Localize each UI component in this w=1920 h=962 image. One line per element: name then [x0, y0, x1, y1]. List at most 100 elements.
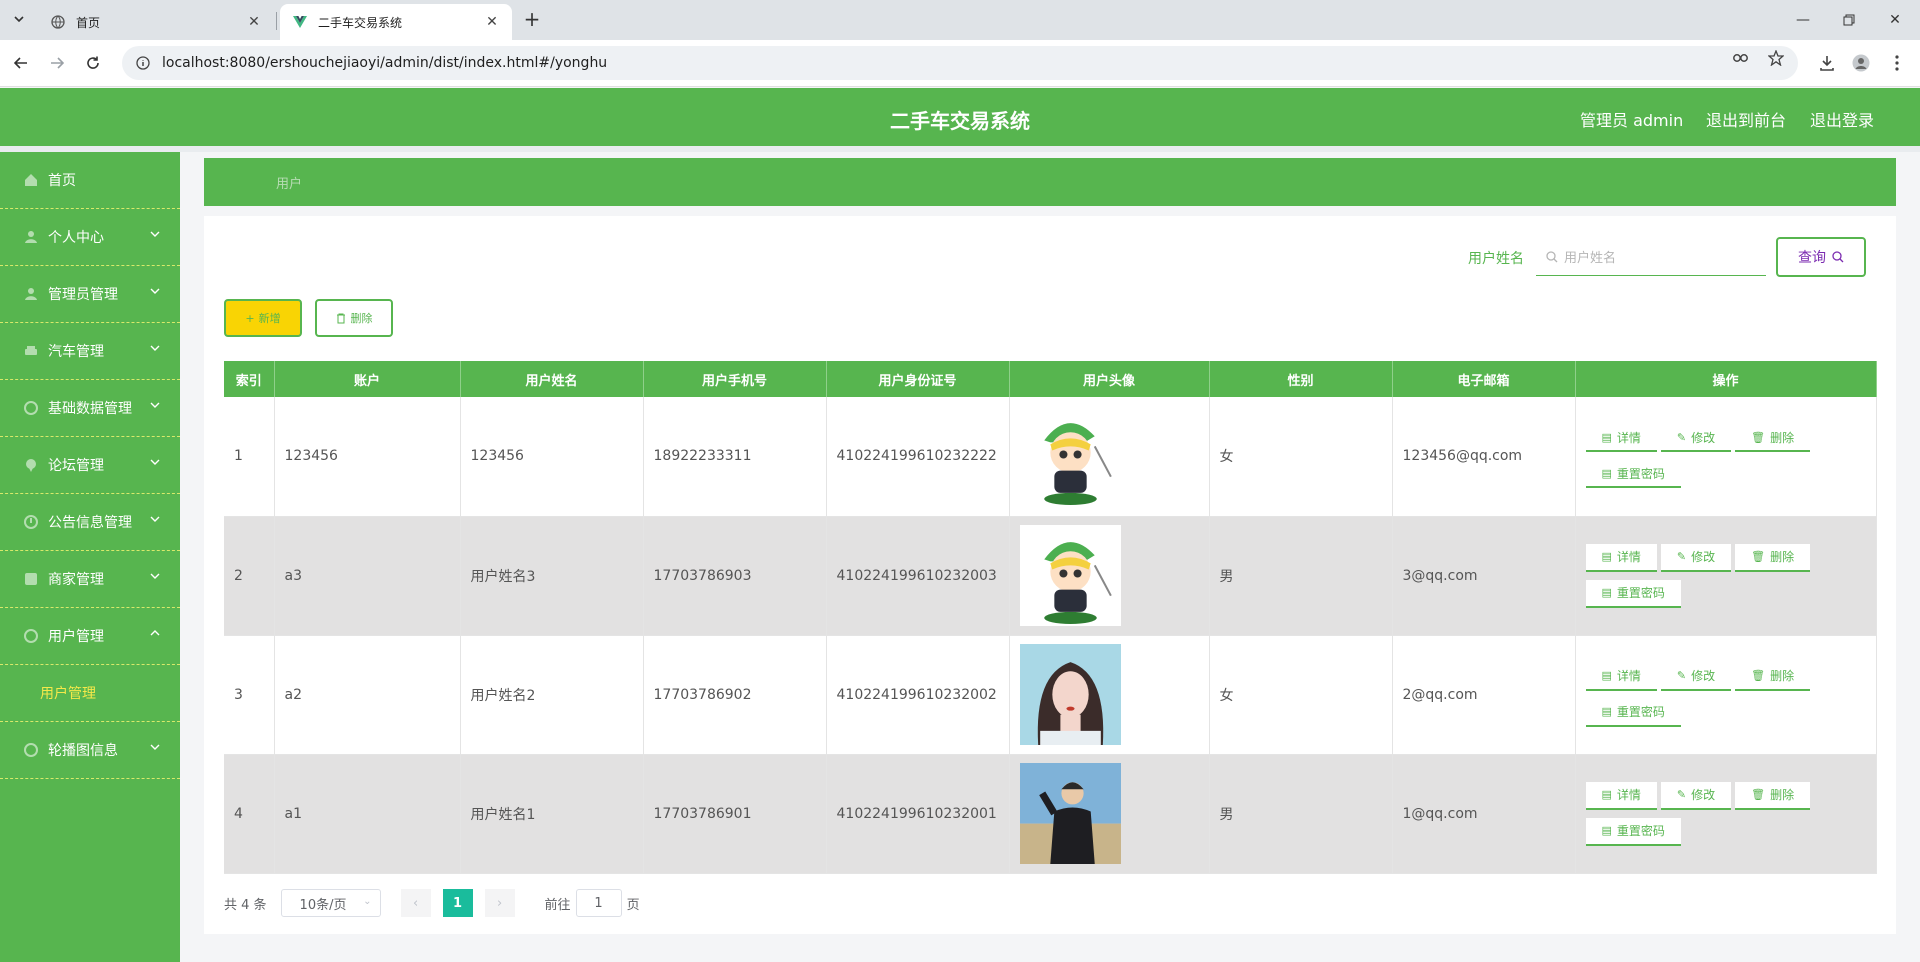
cell-phone: 17703786901: [643, 754, 827, 874]
trash-icon: 🗑: [1751, 788, 1766, 801]
cell-phone: 17703786902: [643, 635, 827, 755]
delete-button[interactable]: 🗑 删除: [1735, 781, 1811, 810]
bookmark-star-icon[interactable]: [1766, 48, 1786, 68]
batch-delete-button[interactable]: 删除: [315, 299, 393, 337]
delete-button[interactable]: 🗑 删除: [1735, 424, 1811, 453]
sidebar-item-label: 论坛管理: [48, 458, 104, 474]
restore-button[interactable]: [1826, 0, 1872, 40]
document-icon: ▤: [1601, 466, 1612, 480]
table-row: 3 a2 用户姓名2 17703786902 41022419961023200…: [224, 635, 1877, 755]
document-icon: ▤: [1601, 705, 1612, 718]
avatar-cartoon-image[interactable]: [1019, 405, 1121, 507]
download-icon[interactable]: [1816, 52, 1838, 74]
globe-icon: [50, 14, 66, 30]
document-icon: ▤: [1601, 586, 1612, 599]
sidebar-item-profile[interactable]: 个人中心: [0, 209, 180, 266]
search-input[interactable]: 用户姓名: [1536, 238, 1766, 276]
avatar-man-photo[interactable]: [1019, 763, 1121, 864]
chevron-down-icon: [150, 288, 160, 294]
minimize-button[interactable]: —: [1780, 0, 1826, 40]
reset-password-button[interactable]: ▤ 重置密码: [1585, 817, 1681, 846]
chevron-left-icon: ‹: [412, 895, 419, 911]
table-row: 2 a3 用户姓名3 17703786903 41022419961023200…: [224, 516, 1877, 636]
restore-icon: [1843, 14, 1855, 26]
reset-password-button[interactable]: ▤ 重置密码: [1585, 460, 1681, 489]
goto-page-input[interactable]: 1: [575, 889, 622, 917]
delete-button[interactable]: 🗑 删除: [1735, 662, 1811, 691]
tab-divider: [276, 12, 277, 30]
logout-link[interactable]: 退出登录: [1810, 107, 1874, 131]
chevron-down-icon: [150, 459, 160, 465]
site-info-icon[interactable]: [136, 56, 150, 70]
close-icon[interactable]: ✕: [246, 14, 262, 30]
detail-button[interactable]: ▤ 详情: [1585, 424, 1657, 453]
prev-page-button[interactable]: ‹: [400, 889, 431, 917]
sidebar-item-carousel[interactable]: 轮播图信息: [0, 722, 180, 779]
delete-button[interactable]: 🗑 删除: [1735, 543, 1811, 572]
pencil-icon: ✎: [1676, 669, 1687, 682]
reset-password-button[interactable]: ▤ 重置密码: [1585, 579, 1681, 608]
admin-icon: [24, 287, 38, 301]
more-menu-icon[interactable]: [1886, 52, 1908, 74]
add-button-label: 新增: [258, 312, 281, 325]
edit-button[interactable]: ✎ 修改: [1660, 424, 1732, 453]
sidebar-subitem-label: 用户管理: [40, 686, 96, 702]
cell-index: 3: [224, 635, 275, 755]
cell-idcard: 410224199610232003: [826, 516, 1010, 636]
avatar-cartoon-image[interactable]: [1019, 525, 1121, 626]
tab-system[interactable]: 二手车交易系统 ✕: [280, 4, 512, 40]
sidebar-item-admins[interactable]: 管理员管理: [0, 266, 180, 323]
page-number-current[interactable]: 1: [442, 889, 473, 917]
forward-button[interactable]: [44, 50, 70, 76]
reset-label: 重置密码: [1616, 824, 1665, 838]
reload-button[interactable]: [80, 50, 106, 76]
sidebar-item-cars[interactable]: 汽车管理: [0, 323, 180, 380]
add-button[interactable]: + 新增: [224, 299, 302, 337]
close-window-button[interactable]: ✕: [1872, 0, 1918, 40]
query-button[interactable]: 查询: [1776, 237, 1866, 277]
cell-actions: ▤ 详情 ✎ 修改 🗑 删除 ▤ 重置密码: [1575, 516, 1877, 636]
car-icon: [24, 344, 38, 358]
sidebar-item-forum[interactable]: 论坛管理: [0, 437, 180, 494]
detail-button[interactable]: ▤ 详情: [1585, 543, 1657, 572]
sidebar-item-notice[interactable]: 公告信息管理: [0, 494, 180, 551]
breadcrumb: 用户: [204, 158, 1896, 206]
profile-icon[interactable]: [1850, 52, 1872, 74]
pencil-icon: ✎: [1676, 550, 1687, 563]
sidebar-item-base-data[interactable]: 基础数据管理: [0, 380, 180, 437]
edit-button[interactable]: ✎ 修改: [1660, 543, 1732, 572]
pencil-icon: ✎: [1676, 788, 1687, 801]
password-key-icon[interactable]: [1732, 48, 1752, 68]
minimize-icon: —: [1796, 12, 1810, 28]
address-bar[interactable]: localhost:8080/ershouchejiaoyi/admin/dis…: [122, 46, 1798, 80]
tab-home[interactable]: 首页 ✕: [38, 4, 274, 40]
data-icon: [24, 401, 38, 415]
page-size-select[interactable]: 10条/页 ⌄: [280, 889, 381, 917]
back-button[interactable]: [8, 50, 34, 76]
sidebar-item-merchants[interactable]: 商家管理: [0, 551, 180, 608]
new-tab-button[interactable]: +: [520, 8, 544, 32]
close-icon[interactable]: ✕: [484, 14, 500, 30]
reset-password-button[interactable]: ▤ 重置密码: [1585, 698, 1681, 727]
tab-search-button[interactable]: [8, 8, 30, 30]
chevron-down-icon: [150, 402, 160, 408]
cell-gender: 男: [1209, 516, 1393, 636]
detail-label: 详情: [1616, 430, 1641, 445]
next-page-button[interactable]: ›: [484, 889, 515, 917]
detail-button[interactable]: ▤ 详情: [1585, 781, 1657, 810]
search-label: 用户姓名: [1468, 251, 1524, 267]
page-size-value: 10条/页: [299, 897, 347, 913]
chevron-down-icon: [150, 516, 160, 522]
cell-account: a1: [274, 754, 461, 874]
sidebar-item-users[interactable]: 用户管理: [0, 608, 180, 665]
delete-label: 删除: [1770, 669, 1795, 683]
cell-idcard: 410224199610232222: [826, 397, 1010, 517]
back-to-front-link[interactable]: 退出到前台: [1706, 107, 1786, 131]
edit-button[interactable]: ✎ 修改: [1660, 781, 1732, 810]
sidebar-item-home[interactable]: 首页: [0, 152, 180, 209]
avatar-girl-photo[interactable]: [1019, 644, 1121, 745]
edit-button[interactable]: ✎ 修改: [1660, 662, 1732, 691]
chevron-right-icon: ›: [496, 895, 503, 911]
sidebar-subitem-user-management[interactable]: 用户管理: [0, 665, 180, 722]
detail-button[interactable]: ▤ 详情: [1585, 662, 1657, 691]
